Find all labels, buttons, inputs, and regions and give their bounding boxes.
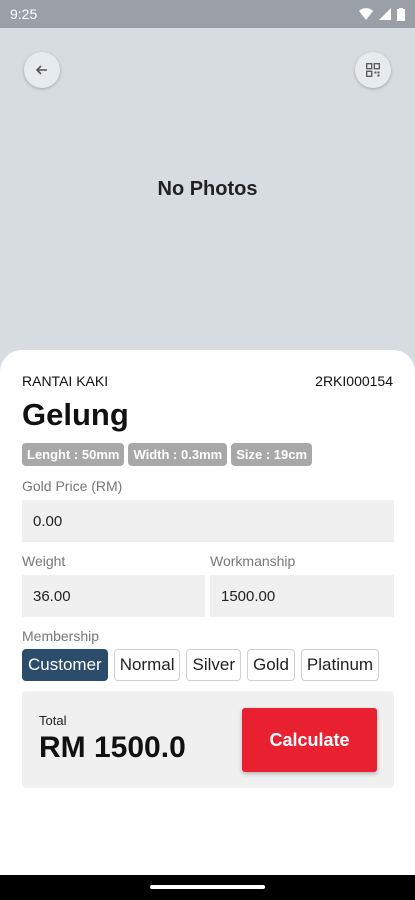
no-photos-text: No Photos xyxy=(157,178,258,200)
total-label: Total xyxy=(39,713,67,728)
qr-code-button[interactable] xyxy=(355,52,391,88)
gold-price-label: Gold Price (RM) xyxy=(22,478,123,494)
spec-chip-width: Width : 0.3mm xyxy=(128,443,228,466)
wifi-icon xyxy=(359,8,373,20)
weight-label: Weight xyxy=(22,553,66,569)
workmanship-value: 1500.00 xyxy=(221,587,276,605)
spec-chips: Lenght : 50mm Width : 0.3mm Size : 19cm xyxy=(22,443,313,466)
total-value: RM 1500.0 xyxy=(39,731,186,764)
product-title: Gelung xyxy=(22,397,129,432)
spec-chip-size: Size : 19cm xyxy=(231,443,313,466)
membership-option-platinum[interactable]: Platinum xyxy=(300,649,380,681)
membership-option-gold[interactable]: Gold xyxy=(247,649,295,681)
gold-price-value: 0.00 xyxy=(33,512,63,530)
system-nav-bar xyxy=(0,875,415,900)
membership-option-silver[interactable]: Silver xyxy=(186,649,241,681)
weight-field[interactable]: 36.00 xyxy=(22,575,205,617)
membership-option-customer[interactable]: Customer xyxy=(22,649,108,681)
status-time: 9:25 xyxy=(10,6,38,22)
gold-price-field[interactable]: 0.00 xyxy=(22,500,394,542)
product-category: RANTAI KAKI xyxy=(22,373,109,389)
arrow-left-icon xyxy=(36,65,47,75)
home-gesture-handle[interactable] xyxy=(150,885,265,889)
back-button[interactable] xyxy=(24,52,60,88)
membership-label: Membership xyxy=(22,628,100,644)
battery-icon xyxy=(397,7,405,21)
calculate-button[interactable]: Calculate xyxy=(242,708,377,772)
total-card: Total RM 1500.0 Calculate xyxy=(22,691,394,788)
qr-code-icon xyxy=(366,63,380,77)
spec-chip-length: Lenght : 50mm xyxy=(22,443,125,466)
membership-option-normal[interactable]: Normal xyxy=(113,649,181,681)
workmanship-field[interactable]: 1500.00 xyxy=(210,575,394,617)
photo-gallery: No Photos xyxy=(0,28,415,360)
status-bar: 9:25 xyxy=(0,0,415,28)
workmanship-label: Workmanship xyxy=(210,553,296,569)
product-detail-sheet: RANTAI KAKI 2RKI000154 Gelung Lenght : 5… xyxy=(0,350,415,875)
signal-icon xyxy=(379,8,391,20)
membership-options: Customer Normal Silver Gold Platinum xyxy=(22,649,394,681)
weight-value: 36.00 xyxy=(33,587,71,605)
product-code: 2RKI000154 xyxy=(315,373,393,389)
